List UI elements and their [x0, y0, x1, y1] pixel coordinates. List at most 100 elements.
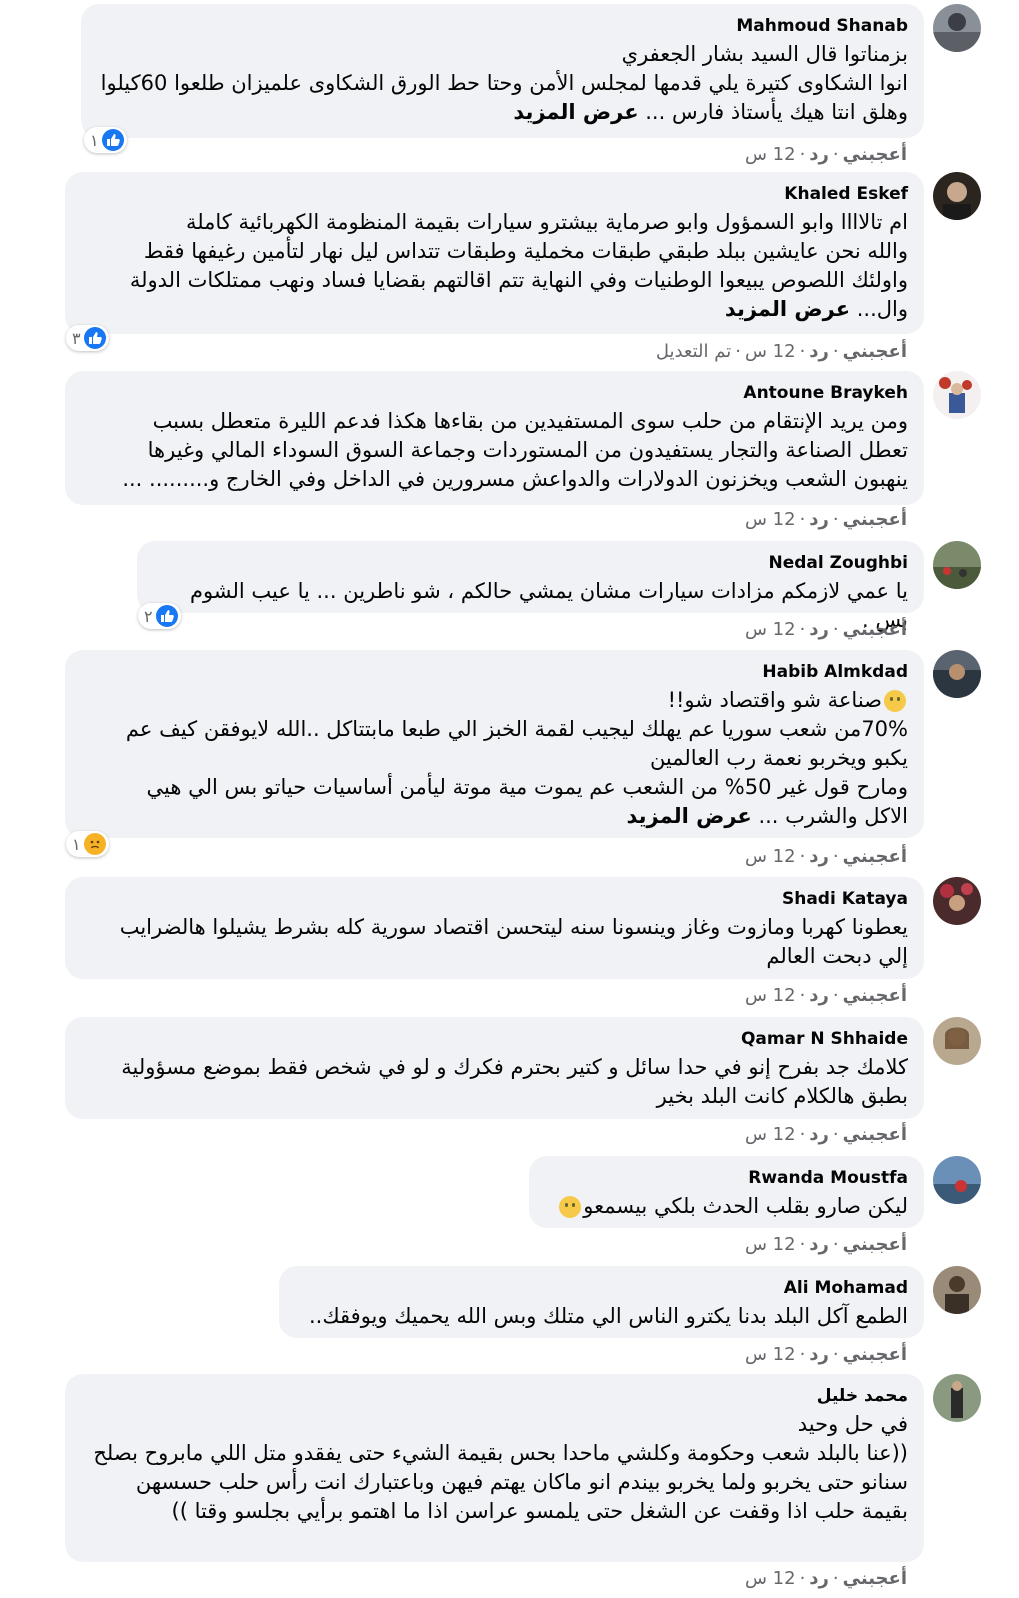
- avatar[interactable]: [933, 650, 981, 698]
- reply-button[interactable]: رد: [809, 985, 829, 1006]
- comment-author[interactable]: محمد خليل: [83, 1384, 908, 1408]
- timestamp[interactable]: 12 س: [745, 1568, 796, 1589]
- avatar[interactable]: [933, 172, 981, 220]
- avatar[interactable]: [933, 1017, 981, 1065]
- comment-bubble: Mahmoud Shanab بزمناتوا قال السيد بشار ا…: [81, 4, 924, 138]
- avatar[interactable]: [933, 1374, 981, 1422]
- comment-line: كلامك جد بفرح إنو في حدا سائل و كتير بحت…: [121, 1055, 908, 1079]
- comment-bubble: Khaled Eskef ام تالاااا وابو السمؤول واب…: [65, 172, 924, 334]
- reaction-count[interactable]: ١: [66, 831, 109, 857]
- reaction-count-text: ٢: [144, 606, 153, 626]
- like-button[interactable]: أعجبني: [843, 509, 907, 530]
- reaction-count[interactable]: ٣: [66, 325, 109, 351]
- comment-line: وهلق انتا هيك يأستاذ فارس ...: [645, 100, 908, 124]
- comment-line: واولئك اللصوص يبيعوا الوطنيات وفي النهاي…: [129, 268, 908, 292]
- comment-line: ((عنا بالبلد شعب وحكومة وكلشي ماحدا بحس …: [93, 1441, 908, 1465]
- comment-line: سنانو حتى يخربو ولما يخربو بيندم انو ماك…: [135, 1470, 908, 1494]
- like-button[interactable]: أعجبني: [843, 341, 907, 362]
- comment-line: ينهبون الشعب ويخزنون الدولارات والدواعش …: [122, 467, 908, 491]
- like-button[interactable]: أعجبني: [843, 1344, 907, 1365]
- reply-button[interactable]: رد: [809, 144, 829, 165]
- comment-actions: أعجبني·رد·12 س: [744, 144, 907, 165]
- reply-button[interactable]: رد: [809, 1568, 829, 1589]
- reply-button[interactable]: رد: [809, 1344, 829, 1365]
- reply-button[interactable]: رد: [809, 341, 829, 362]
- reaction-count-text: ١: [90, 130, 99, 150]
- comment-line: يعطونا كهربا ومازوت وغاز وينسونا سنه ليت…: [119, 915, 908, 939]
- comment-line: صناعة شو واقتصاد شو!!: [667, 688, 882, 712]
- like-reaction-icon: [83, 327, 106, 349]
- comment-line: يكبو ويخربو نعمة رب العالمين: [649, 746, 908, 770]
- like-button[interactable]: أعجبني: [843, 144, 907, 165]
- reply-button[interactable]: رد: [809, 509, 829, 530]
- comment-actions: أعجبني·رد·12 س: [744, 985, 907, 1006]
- comment-bubble: Qamar N Shhaide كلامك جد بفرح إنو في حدا…: [65, 1017, 924, 1119]
- comment-actions: أعجبني·رد·12 س: [744, 1124, 907, 1145]
- timestamp[interactable]: 12 س: [745, 846, 796, 867]
- reaction-count-text: ٣: [72, 328, 81, 348]
- timestamp[interactable]: 12 س: [745, 1124, 796, 1145]
- avatar[interactable]: [933, 1266, 981, 1314]
- comment-author[interactable]: Shadi Kataya: [83, 887, 908, 911]
- comment-text: الطمع آكل البلد بدنا يكترو الناس الي متل…: [297, 1302, 908, 1331]
- edited-label: تم التعديل: [655, 341, 732, 362]
- comment-text: صناعة شو واقتصاد شو!! 70%من شعب سوريا عم …: [83, 686, 908, 831]
- comment-line: انوا الشكاوى كتيرة يلي قدمها لمجلس الأمن…: [100, 71, 908, 95]
- comment-author[interactable]: Habib Almkdad: [83, 660, 908, 684]
- like-button[interactable]: أعجبني: [843, 1568, 907, 1589]
- avatar[interactable]: [933, 371, 981, 419]
- sleepy-emoji-icon: [884, 690, 906, 712]
- see-more-link[interactable]: عرض المزيد: [725, 297, 850, 321]
- see-more-link[interactable]: عرض المزيد: [513, 100, 638, 124]
- comment-line: بزمناتوا قال السيد بشار الجعفري: [621, 42, 908, 66]
- reaction-count-text: ١: [72, 834, 81, 854]
- like-button[interactable]: أعجبني: [843, 1124, 907, 1145]
- comment-line: بطبق هالكلام كانت البلد بخير: [656, 1084, 908, 1108]
- reply-button[interactable]: رد: [809, 1234, 829, 1255]
- comment-actions: أعجبني·رد·12 س: [744, 1344, 907, 1365]
- timestamp[interactable]: 12 س: [745, 509, 796, 530]
- comment-text: بزمناتوا قال السيد بشار الجعفري انوا الشك…: [99, 40, 908, 127]
- comment-author[interactable]: Nedal Zoughbi: [155, 551, 908, 575]
- timestamp[interactable]: 12 س: [745, 144, 796, 165]
- comment-actions: أعجبني·رد·12 س: [744, 619, 907, 640]
- like-button[interactable]: أعجبني: [843, 619, 907, 640]
- comment-author[interactable]: Mahmoud Shanab: [99, 14, 908, 38]
- comment-text: يعطونا كهربا ومازوت وغاز وينسونا سنه ليت…: [83, 913, 908, 971]
- comment-text: كلامك جد بفرح إنو في حدا سائل و كتير بحت…: [83, 1053, 908, 1111]
- grin-emoji-icon: [559, 1196, 582, 1218]
- comment-author[interactable]: Khaled Eskef: [83, 182, 908, 206]
- reaction-count[interactable]: ٢: [138, 603, 181, 629]
- comment-line: بقيمة حلب اذا وقفت عن الشغل حتى يلمسو عر…: [171, 1499, 908, 1523]
- comment-author[interactable]: Ali Mohamad: [297, 1276, 908, 1300]
- avatar[interactable]: [933, 4, 981, 52]
- timestamp[interactable]: 12 س: [745, 1344, 796, 1365]
- reply-button[interactable]: رد: [809, 619, 829, 640]
- comment-author[interactable]: Qamar N Shhaide: [83, 1027, 908, 1051]
- like-button[interactable]: أعجبني: [843, 1234, 907, 1255]
- comment-line: وال...: [856, 297, 908, 321]
- avatar[interactable]: [933, 877, 981, 925]
- avatar[interactable]: [933, 541, 981, 589]
- timestamp[interactable]: 12 س: [745, 985, 796, 1006]
- reaction-count[interactable]: ١: [84, 127, 127, 153]
- comment-line: والله نحن عايشين ببلد طبقي طبقات مخملية …: [143, 239, 908, 263]
- reply-button[interactable]: رد: [809, 1124, 829, 1145]
- comment-bubble: محمد خليل في حل وحيد ((عنا بالبلد شعب وحك…: [65, 1374, 924, 1562]
- like-button[interactable]: أعجبني: [843, 985, 907, 1006]
- like-reaction-icon: [155, 605, 178, 627]
- comment-author[interactable]: Antoune Braykeh: [83, 381, 908, 405]
- reply-button[interactable]: رد: [809, 846, 829, 867]
- timestamp[interactable]: 12 س: [745, 341, 796, 362]
- comment-line: 70%من شعب سوريا عم يهلك ليجيب لقمة الخبز…: [125, 717, 908, 741]
- timestamp[interactable]: 12 س: [745, 619, 796, 640]
- like-reaction-icon: [101, 129, 124, 151]
- avatar[interactable]: [933, 1156, 981, 1204]
- see-more-link[interactable]: عرض المزيد: [627, 804, 752, 828]
- comment-text: ليكن صارو بقلب الحدث بلكي بيسمعو: [547, 1192, 908, 1221]
- comment-line: ام تالاااا وابو السمؤول وابو صرماية بيشت…: [185, 210, 908, 234]
- like-button[interactable]: أعجبني: [843, 846, 907, 867]
- comment-actions: أعجبني·رد·12 س: [744, 846, 907, 867]
- timestamp[interactable]: 12 س: [745, 1234, 796, 1255]
- comment-author[interactable]: Rwanda Moustfa: [547, 1166, 908, 1190]
